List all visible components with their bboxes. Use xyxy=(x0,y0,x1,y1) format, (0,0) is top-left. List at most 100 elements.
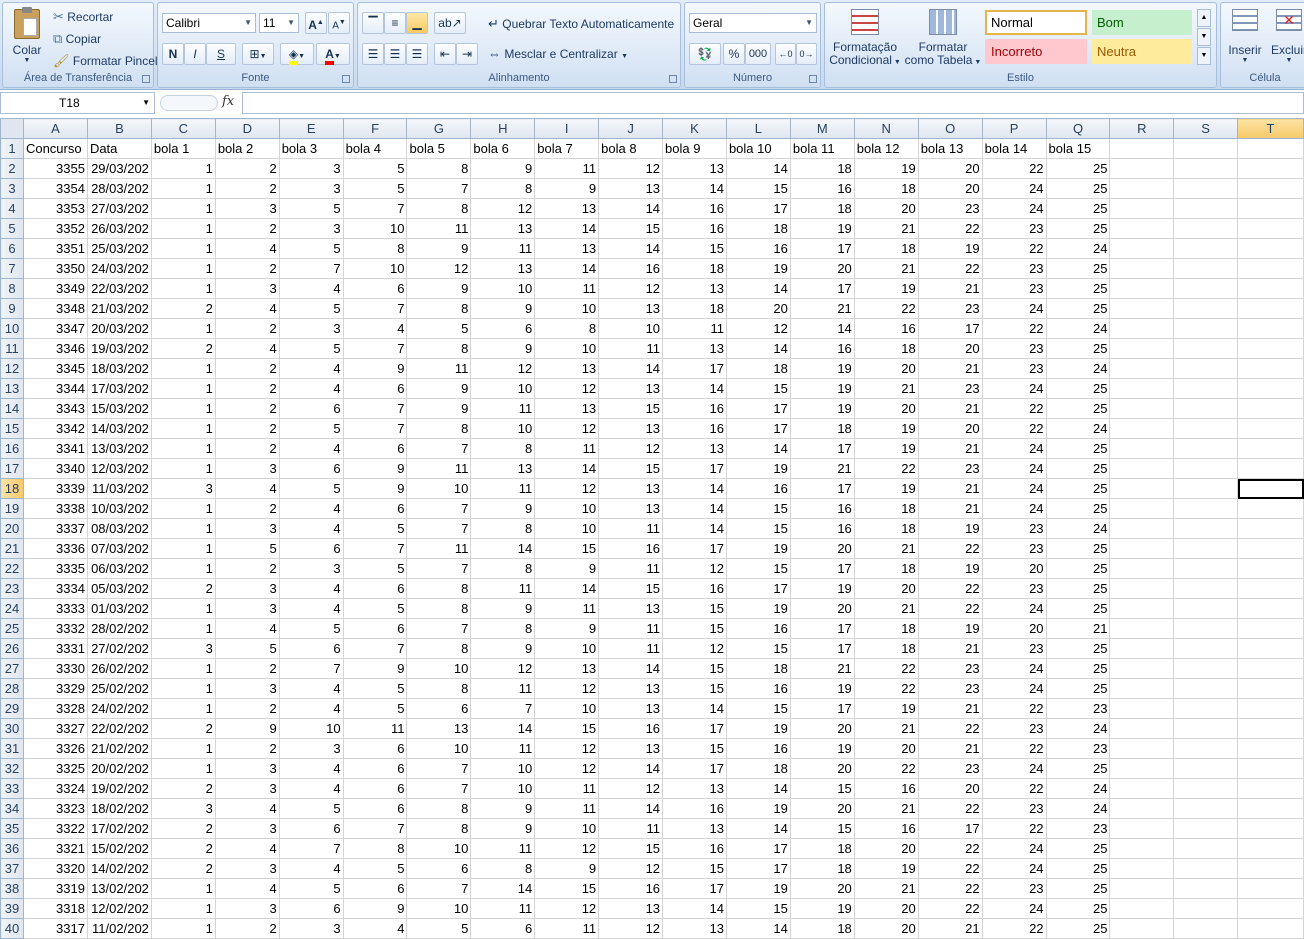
column-header-D[interactable]: D xyxy=(214,118,280,139)
cell-M17[interactable]: 21 xyxy=(789,458,855,479)
cell-P9[interactable]: 24 xyxy=(981,298,1047,319)
cell-N29[interactable]: 19 xyxy=(853,698,919,719)
cell-M4[interactable]: 18 xyxy=(789,198,855,219)
cell-B24[interactable]: 01/03/202 xyxy=(86,598,152,619)
cell-T32[interactable] xyxy=(1237,758,1304,779)
cell-I5[interactable]: 14 xyxy=(534,218,600,239)
paste-button[interactable]: Colar ▼ xyxy=(9,7,45,67)
cell-S3[interactable] xyxy=(1173,178,1239,199)
cell-E38[interactable]: 5 xyxy=(278,878,344,899)
cell-H38[interactable]: 14 xyxy=(470,878,536,899)
cell-N23[interactable]: 20 xyxy=(853,578,919,599)
cell-I35[interactable]: 10 xyxy=(534,818,600,839)
cell-B32[interactable]: 20/02/202 xyxy=(86,758,152,779)
column-header-H[interactable]: H xyxy=(470,118,536,139)
cell-G36[interactable]: 10 xyxy=(406,838,472,859)
cell-B40[interactable]: 11/02/202 xyxy=(86,918,152,939)
cell-J34[interactable]: 14 xyxy=(598,798,664,819)
cell-E2[interactable]: 3 xyxy=(278,158,344,179)
cell-M37[interactable]: 18 xyxy=(789,858,855,879)
style-neutra[interactable]: Neutra xyxy=(1092,39,1192,64)
function-icon[interactable]: fx xyxy=(222,94,234,109)
cell-J12[interactable]: 14 xyxy=(598,358,664,379)
cell-H2[interactable]: 9 xyxy=(470,158,536,179)
cell-J10[interactable]: 10 xyxy=(598,318,664,339)
cell-C11[interactable]: 2 xyxy=(150,338,216,359)
cell-G4[interactable]: 8 xyxy=(406,198,472,219)
cell-K5[interactable]: 16 xyxy=(662,218,727,239)
cell-J19[interactable]: 13 xyxy=(598,498,664,519)
cell-O5[interactable]: 22 xyxy=(917,218,983,239)
name-box[interactable]: T18 ▼ xyxy=(0,92,155,114)
cell-G14[interactable]: 9 xyxy=(406,398,472,419)
cell-C9[interactable]: 2 xyxy=(150,298,216,319)
cell-M28[interactable]: 19 xyxy=(789,678,855,699)
cell-P27[interactable]: 24 xyxy=(981,658,1047,679)
cell-H11[interactable]: 9 xyxy=(470,338,536,359)
cell-O30[interactable]: 22 xyxy=(917,718,983,739)
cell-K36[interactable]: 16 xyxy=(662,838,727,859)
cell-J33[interactable]: 12 xyxy=(598,778,664,799)
cell-H12[interactable]: 12 xyxy=(470,358,536,379)
cell-T4[interactable] xyxy=(1237,198,1304,219)
cell-S1[interactable] xyxy=(1173,138,1239,159)
cell-T2[interactable] xyxy=(1237,158,1304,179)
cell-F29[interactable]: 5 xyxy=(342,698,408,719)
cell-D14[interactable]: 2 xyxy=(214,398,280,419)
cell-A11[interactable]: 3346 xyxy=(22,338,88,359)
cell-G40[interactable]: 5 xyxy=(406,918,472,939)
cell-M11[interactable]: 16 xyxy=(789,338,855,359)
cell-Q21[interactable]: 25 xyxy=(1045,538,1111,559)
cell-D38[interactable]: 4 xyxy=(214,878,280,899)
cell-E4[interactable]: 5 xyxy=(278,198,344,219)
cell-K34[interactable]: 16 xyxy=(662,798,727,819)
cell-C19[interactable]: 1 xyxy=(150,498,216,519)
cell-C5[interactable]: 1 xyxy=(150,218,216,239)
cell-D18[interactable]: 4 xyxy=(214,478,280,499)
cell-F15[interactable]: 7 xyxy=(342,418,408,439)
cell-H5[interactable]: 13 xyxy=(470,218,536,239)
cell-M38[interactable]: 20 xyxy=(789,878,855,899)
cell-T30[interactable] xyxy=(1237,718,1304,739)
cell-O21[interactable]: 22 xyxy=(917,538,983,559)
decrease-decimal-button[interactable]: 0→ xyxy=(796,43,817,65)
cell-S13[interactable] xyxy=(1173,378,1239,399)
cell-I18[interactable]: 12 xyxy=(534,478,600,499)
cell-H20[interactable]: 8 xyxy=(470,518,536,539)
cell-E1[interactable]: bola 3 xyxy=(278,138,344,159)
cell-E19[interactable]: 4 xyxy=(278,498,344,519)
cell-K6[interactable]: 15 xyxy=(662,238,727,259)
cell-S29[interactable] xyxy=(1173,698,1239,719)
cell-C29[interactable]: 1 xyxy=(150,698,216,719)
cell-N3[interactable]: 18 xyxy=(853,178,919,199)
cell-D40[interactable]: 2 xyxy=(214,918,280,939)
clipboard-launcher[interactable] xyxy=(142,75,150,83)
font-size-select[interactable]: 11 ▼ xyxy=(259,13,299,33)
cell-R38[interactable] xyxy=(1109,878,1175,899)
cell-C10[interactable]: 1 xyxy=(150,318,216,339)
cell-N37[interactable]: 19 xyxy=(853,858,919,879)
cell-J7[interactable]: 16 xyxy=(598,258,664,279)
cell-G25[interactable]: 7 xyxy=(406,618,472,639)
cell-M7[interactable]: 20 xyxy=(789,258,855,279)
cell-M26[interactable]: 17 xyxy=(789,638,855,659)
cell-Q23[interactable]: 25 xyxy=(1045,578,1111,599)
cell-B22[interactable]: 06/03/202 xyxy=(86,558,152,579)
column-header-O[interactable]: O xyxy=(917,118,983,139)
column-header-K[interactable]: K xyxy=(662,118,727,139)
row-header-32[interactable]: 32 xyxy=(0,758,24,779)
cell-R2[interactable] xyxy=(1109,158,1175,179)
cell-M40[interactable]: 18 xyxy=(789,918,855,939)
cell-R21[interactable] xyxy=(1109,538,1175,559)
cell-L20[interactable]: 15 xyxy=(725,518,791,539)
cell-I11[interactable]: 10 xyxy=(534,338,600,359)
cell-A5[interactable]: 3352 xyxy=(22,218,88,239)
cell-F9[interactable]: 7 xyxy=(342,298,408,319)
cell-R7[interactable] xyxy=(1109,258,1175,279)
cell-D13[interactable]: 2 xyxy=(214,378,280,399)
cell-G1[interactable]: bola 5 xyxy=(406,138,472,159)
cell-I15[interactable]: 12 xyxy=(534,418,600,439)
cell-F13[interactable]: 6 xyxy=(342,378,408,399)
row-header-5[interactable]: 5 xyxy=(0,218,24,239)
cell-K26[interactable]: 12 xyxy=(662,638,727,659)
